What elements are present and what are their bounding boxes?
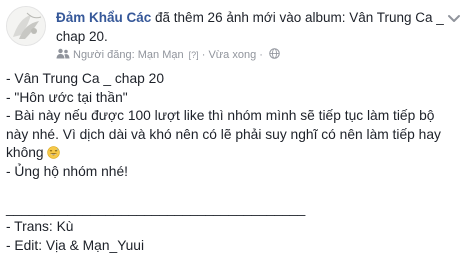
posted-by-name[interactable]: Mạn Mạn	[138, 49, 184, 61]
body-line: - Edit: Vịa & Mạn_Yuui	[6, 237, 464, 255]
meta-separator-2: ·	[256, 49, 266, 61]
tag-hint[interactable]: [?]	[189, 48, 199, 62]
body-line: - Ủng hộ nhóm nhé!	[6, 163, 464, 182]
facebook-post: Đảm Khẩu Các đã thêm 26 ảnh mới vào albu…	[0, 0, 472, 252]
grinning-sweat-emoji-icon	[47, 146, 60, 159]
body-line: không	[6, 145, 44, 160]
post-time[interactable]: Vừa xong	[208, 49, 256, 61]
avatar-illustration	[7, 7, 45, 45]
people-icon	[56, 48, 70, 59]
body-line: - "Hôn ước tại thần"	[6, 89, 464, 108]
body-line: - Trans: Kù	[6, 218, 464, 237]
author-link[interactable]: Đảm Khẩu Các	[56, 10, 151, 25]
body-line: này nhé. Vì dịch dài và khó nên có lẽ ph…	[6, 126, 464, 145]
body-line-with-emoji: không	[6, 144, 464, 163]
posted-by-label: Người đăng:	[73, 49, 138, 61]
post-meta: Người đăng: Mạn Mạn [?] · Vừa xong ·	[56, 48, 280, 62]
post-body: - Vân Trung Ca _ chap 20 - "Hôn ước tại …	[6, 70, 464, 255]
avatar[interactable]	[6, 6, 46, 46]
body-line: - Bài này nếu được 100 lượt like thì nhó…	[6, 107, 464, 126]
post-header: Đảm Khẩu Các đã thêm 26 ảnh mới vào albu…	[56, 8, 464, 46]
spacer	[6, 181, 464, 200]
body-line: - Vân Trung Ca _ chap 20	[6, 70, 464, 89]
divider-line: _______________________________________	[6, 200, 464, 219]
meta-separator: ·	[199, 49, 209, 61]
globe-icon[interactable]	[269, 48, 280, 59]
chevron-down-icon[interactable]	[446, 10, 462, 26]
